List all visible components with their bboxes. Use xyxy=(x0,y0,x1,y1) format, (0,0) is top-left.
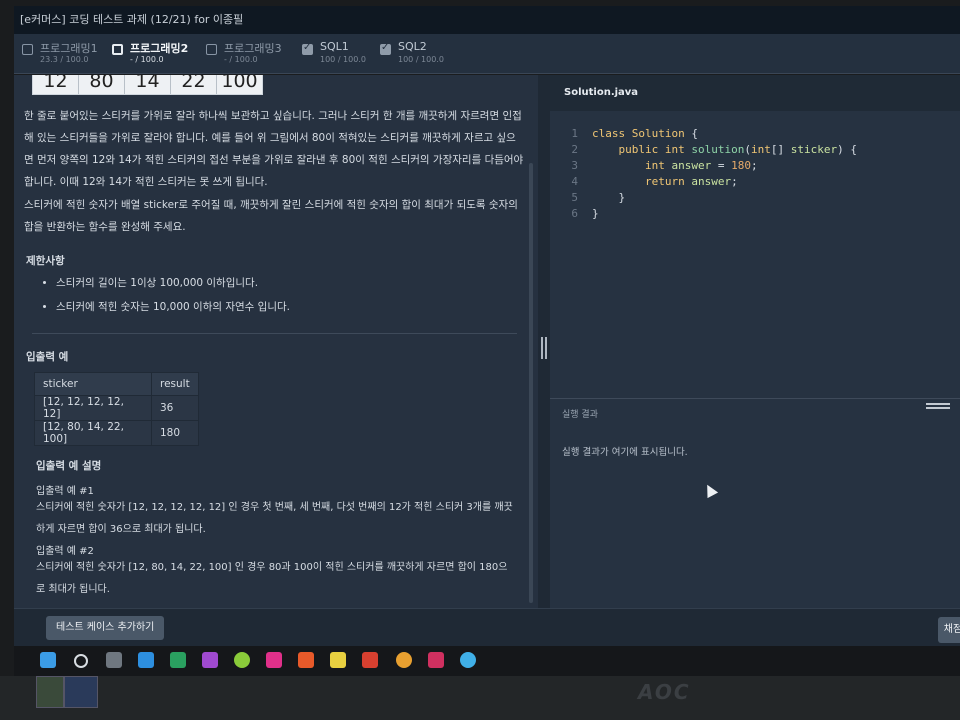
panel-resize-handle[interactable] xyxy=(538,75,550,608)
editor-filename-tab: Solution.java xyxy=(550,75,960,111)
constraints-list: 스티커의 길이는 1이상 100,000 이하입니다. 스티커에 적힌 숫자는 … xyxy=(42,271,290,319)
status-checkbox xyxy=(22,44,33,55)
code-line: 6} xyxy=(571,207,599,220)
app-icon[interactable] xyxy=(362,652,378,668)
checked-checkbox xyxy=(380,42,391,55)
drag-handle-icon[interactable] xyxy=(926,403,950,409)
add-testcase-button[interactable]: 테스트 케이스 추가하기 xyxy=(46,616,165,640)
code-line: 5 } xyxy=(571,191,626,204)
problem-paragraph-1: 한 줄로 붙어있는 스티커를 가위로 잘라 하나씩 보관하고 싶습니다. 그러나… xyxy=(24,110,524,188)
io-example-table: sticker result [12, 12, 12, 12, 12] 36 [… xyxy=(34,372,199,446)
search-icon[interactable] xyxy=(74,654,88,668)
code-line: 3 int answer = 180; xyxy=(571,159,758,172)
result-placeholder: 실행 결과가 여기에 표시됩니다. xyxy=(562,447,688,458)
window-title: [e커머스] 코딩 테스트 과제 (12/21) for 이종필 xyxy=(14,6,960,34)
app-icon[interactable] xyxy=(202,652,218,668)
windows-sticker-icon xyxy=(36,676,64,708)
monitor-bezel xyxy=(0,676,960,720)
table-row: [12, 12, 12, 12, 12] 36 xyxy=(34,395,199,421)
status-checkbox xyxy=(112,44,123,55)
result-header: 실행 결과 xyxy=(550,398,960,434)
result-output: 실행 결과가 여기에 표시됩니다. xyxy=(550,434,960,608)
submit-button[interactable]: 채점 xyxy=(938,617,960,643)
windows-taskbar xyxy=(14,646,960,676)
io-explanation-heading: 입출력 예 설명 xyxy=(36,460,102,472)
problem-paragraph-2: 스티커에 적힌 숫자가 배열 sticker로 주어질 때, 깨끗하게 잘린 스… xyxy=(24,199,518,233)
divider xyxy=(32,333,517,334)
list-item: 스티커의 길이는 1이상 100,000 이하입니다. xyxy=(56,271,290,295)
code-line: 2 public int solution(int[] sticker) { xyxy=(571,143,857,156)
example-2-text: 스티커에 적힌 숫자가 [12, 80, 14, 22, 100] 인 경우 8… xyxy=(36,562,508,595)
windows-start-icon[interactable] xyxy=(40,652,56,668)
store-icon[interactable] xyxy=(170,652,186,668)
status-checkbox xyxy=(206,44,217,55)
code-editor[interactable]: 1 class Solution { 2 public int solution(… xyxy=(550,111,960,398)
task-view-icon[interactable] xyxy=(106,652,122,668)
app-icon[interactable] xyxy=(428,652,444,668)
checked-checkbox xyxy=(302,42,313,55)
app-icon[interactable] xyxy=(460,652,476,668)
monitor-brand-logo: AOC xyxy=(638,680,691,704)
constraints-heading: 제한사항 xyxy=(26,255,65,267)
energy-star-icon xyxy=(64,676,98,708)
app-icon[interactable] xyxy=(234,652,250,668)
example-1-text: 스티커에 적힌 숫자가 [12, 12, 12, 12, 12] 인 경우 첫 … xyxy=(36,502,513,535)
table-header-row: sticker result xyxy=(34,372,199,396)
notes-icon[interactable] xyxy=(330,652,346,668)
result-label: 실행 결과 xyxy=(562,410,598,420)
code-line: 4 return answer; xyxy=(571,175,738,188)
edge-icon[interactable] xyxy=(138,652,154,668)
list-item: 스티커에 적힌 숫자는 10,000 이하의 자연수 입니다. xyxy=(56,295,290,319)
problem-description-panel[interactable]: 12 80 14 22 100 한 줄로 붙어있는 스티커를 가위로 잘라 하나… xyxy=(14,75,538,608)
app-icon[interactable] xyxy=(266,652,282,668)
io-heading: 입출력 예 xyxy=(26,351,69,363)
scrollbar[interactable] xyxy=(529,163,533,603)
code-line: 1 class Solution { xyxy=(571,127,698,140)
git-icon[interactable] xyxy=(298,652,314,668)
sticker-illustration: 12 80 14 22 100 xyxy=(32,75,263,95)
grip-icon xyxy=(541,337,547,359)
chrome-icon[interactable] xyxy=(396,652,412,668)
action-bar: 테스트 케이스 추가하기 채점 xyxy=(14,608,960,647)
table-row: [12, 80, 14, 22, 100] 180 xyxy=(34,420,199,446)
problem-tabs: 프로그래밍1 23.3 / 100.0 프로그래밍2 - / 100.0 프로그… xyxy=(14,34,960,74)
